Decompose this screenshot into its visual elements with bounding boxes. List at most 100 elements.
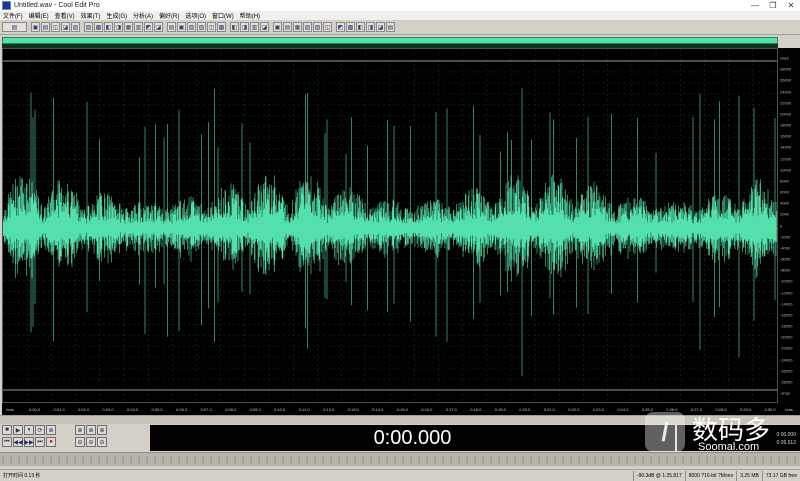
toolbar-button-23[interactable]: ◪ (260, 22, 269, 32)
toolbar-button-0[interactable]: ▤ (2, 22, 27, 32)
menu-file[interactable]: 文件(F) (0, 11, 26, 20)
go-to-end-button[interactable]: ⏭ (35, 437, 45, 447)
play-button[interactable]: ▶ (13, 425, 23, 435)
time-tick-label: 0:13.0 (347, 407, 359, 412)
y-tick-label: 16000 (780, 133, 792, 139)
pause-button[interactable]: ⏸ (24, 425, 34, 435)
toolbar-button-19[interactable]: ▩ (217, 22, 226, 32)
time-tick-label: 0:20.0 (519, 407, 531, 412)
toolbar-button-11[interactable]: ▥ (134, 22, 143, 32)
y-tick-label: -16000 (780, 312, 793, 318)
toolbar-button-34[interactable]: ◪ (376, 22, 385, 32)
y-tick-label: -smpl (780, 390, 790, 396)
transport-gap (57, 437, 75, 447)
toolbar-button-15[interactable]: ▣ (177, 22, 186, 32)
time-tick-label: hms (6, 407, 14, 412)
y-tick-label: 4000 (780, 200, 789, 206)
time-tick-label: 0:06.0 (176, 407, 188, 412)
toolbar-button-33[interactable]: ◨ (366, 22, 375, 32)
toolbar-button-8[interactable]: ◧ (104, 22, 113, 32)
toolbar-button-5[interactable]: ▧ (71, 22, 80, 32)
toolbar-button-1[interactable]: ▣ (31, 22, 40, 32)
toolbar-button-13[interactable]: ◪ (154, 22, 163, 32)
y-tick-label: 14000 (780, 144, 792, 150)
y-tick-label: -18000 (780, 323, 793, 329)
menu-edit[interactable]: 编辑(E) (26, 11, 52, 20)
menu-view[interactable]: 查看(V) (52, 11, 78, 20)
level-meter-ruler (0, 452, 800, 466)
toolbar-button-9[interactable]: ◨ (114, 22, 123, 32)
menu-options[interactable]: 选项(O) (182, 11, 209, 20)
selection-length: 0:26.512 (776, 440, 796, 446)
menu-generate[interactable]: 生成(G) (103, 11, 130, 20)
play-mode-button[interactable]: ⊕ (46, 425, 56, 435)
time-tick-label: 0:15.0 (396, 407, 408, 412)
horizontal-scrollbar[interactable] (0, 415, 800, 424)
toolbar-button-14[interactable]: ▤ (167, 22, 176, 32)
status-free-space: 73.17 GB free (761, 470, 800, 481)
toolbar-button-10[interactable]: ▦ (124, 22, 133, 32)
toolbar-button-3[interactable]: ◫ (51, 22, 60, 32)
waveform-trace (3, 88, 777, 377)
go-to-start-button[interactable]: ⏮ (2, 437, 12, 447)
y-tick-label: 22000 (780, 100, 792, 106)
stop-button[interactable]: ■ (2, 425, 12, 435)
zoom-vertical-button[interactable]: ⊖ (97, 437, 107, 447)
y-tick-label: -12000 (780, 290, 793, 295)
maximize-button[interactable]: ❐ (764, 0, 782, 11)
zoom-in-right-button[interactable]: ⊕ (97, 425, 107, 435)
menu-help[interactable]: 帮助(H) (237, 11, 263, 20)
y-tick-label: 2000 (780, 211, 789, 217)
app-icon (2, 1, 11, 10)
time-tick-label: 0:23.0 (592, 407, 604, 412)
toolbar-button-27[interactable]: ▧ (303, 22, 312, 32)
toolbar-button-18[interactable]: ◫ (207, 22, 216, 32)
toolbar: ▤ ▣ ▤ ◫ ◪ ▧ ▨ ▩ ◧ ◨ ▦ ▥ ◩ ◪ ▤ ▣ ▧ ▨ ◫ ▩ ◧ ◨ ▥ ◪ ▣ ▤ ▦ ▧ ▨ ◫ ◩ ▩ ◧ ◨ ◪ ▤ (0, 20, 800, 35)
waveform-display[interactable] (2, 48, 778, 403)
zoom-out-button[interactable]: ⊖ (86, 437, 96, 447)
toolbar-button-22[interactable]: ▥ (250, 22, 259, 32)
toolbar-button-7[interactable]: ▩ (94, 22, 103, 32)
toolbar-button-6[interactable]: ▨ (84, 22, 93, 32)
toolbar-button-4[interactable]: ◪ (61, 22, 70, 32)
menu-window[interactable]: 窗口(W) (209, 11, 237, 20)
toolbar-button-17[interactable]: ▨ (197, 22, 206, 32)
waveform-overview-bar[interactable] (2, 37, 778, 44)
toolbar-button-32[interactable]: ◧ (356, 22, 365, 32)
loop-button[interactable]: ⟳ (35, 425, 45, 435)
menu-favorites[interactable]: 偏好(R) (156, 11, 182, 20)
toolbar-button-24[interactable]: ▣ (273, 22, 282, 32)
zoom-in-left-button[interactable]: ⊕ (86, 425, 96, 435)
toolbar-button-12[interactable]: ◩ (144, 22, 153, 32)
minimize-button[interactable]: — (746, 0, 764, 11)
toolbar-button-16[interactable]: ▧ (187, 22, 196, 32)
rewind-button[interactable]: ◀◀ (13, 437, 23, 447)
transport-controls: ■ ▶ ⏸ ⟳ ⊕ ⊕ ⊕ ⊕ ⏮ ◀◀ ▶▶ ⏭ ● ⊖ ⊖ ⊖ (2, 425, 148, 451)
y-tick-label: 26000 (780, 77, 792, 83)
time-tick-label: 0:19.0 (494, 407, 506, 412)
time-tick-label: 0:22.0 (568, 407, 580, 412)
close-button[interactable]: ✕ (782, 0, 800, 11)
toolbar-button-31[interactable]: ▩ (346, 22, 355, 32)
time-tick-label: 0:01.0 (53, 407, 65, 412)
toolbar-button-30[interactable]: ◩ (336, 22, 345, 32)
fast-forward-button[interactable]: ▶▶ (24, 437, 34, 447)
zoom-in-horizontal-button[interactable]: ⊕ (75, 425, 85, 435)
time-tick-label: 0:18.0 (470, 407, 482, 412)
menu-effects[interactable]: 效果(T) (78, 11, 104, 20)
menu-analyze[interactable]: 分析(A) (130, 11, 156, 20)
toolbar-button-21[interactable]: ◨ (240, 22, 249, 32)
toolbar-button-25[interactable]: ▤ (283, 22, 292, 32)
toolbar-button-28[interactable]: ▨ (313, 22, 322, 32)
toolbar-button-29[interactable]: ◫ (323, 22, 332, 32)
toolbar-button-2[interactable]: ▤ (41, 22, 50, 32)
y-tick-label: -2000 (780, 234, 791, 240)
y-tick-label: 12000 (780, 156, 792, 161)
toolbar-button-20[interactable]: ◧ (230, 22, 239, 32)
toolbar-button-26[interactable]: ▦ (293, 22, 302, 32)
record-button[interactable]: ● (46, 437, 56, 447)
y-tick-label: -10000 (780, 278, 793, 284)
zoom-out-full-button[interactable]: ⊖ (75, 437, 85, 447)
time-unit-label: hms (778, 403, 800, 415)
toolbar-button-35[interactable]: ▤ (386, 22, 395, 32)
